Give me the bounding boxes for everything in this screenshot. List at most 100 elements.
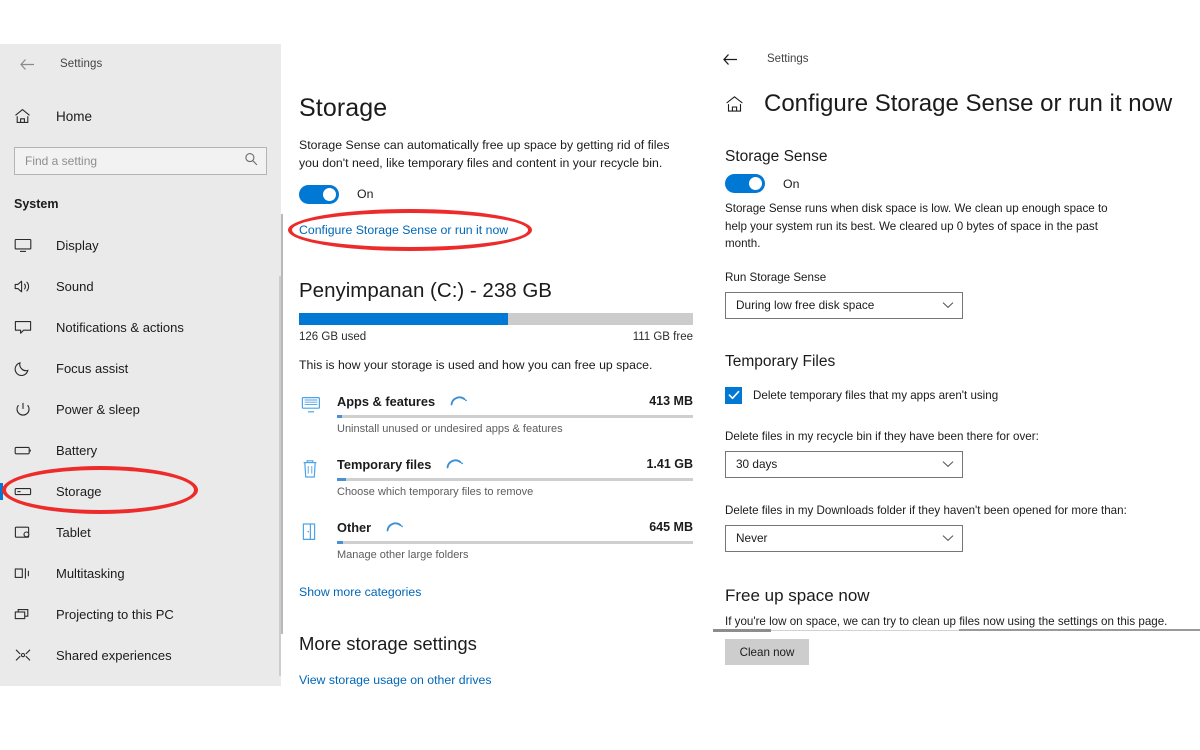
- right-panel-hscrollbar-line[interactable]: [959, 629, 1200, 631]
- storage-category-bar-fill: [337, 540, 344, 544]
- sidebar-item-multitasking[interactable]: Multitasking: [0, 553, 281, 594]
- toggle-knob: [749, 177, 762, 190]
- storage-category-name: Other: [337, 519, 372, 535]
- storage-category-size: 413 MB: [649, 394, 693, 409]
- sidebar-item-notifications[interactable]: Notifications & actions: [0, 307, 281, 348]
- sidebar-item-storage[interactable]: Storage: [0, 471, 281, 512]
- storage-category-bar-fill: [337, 414, 343, 418]
- storage-sense-toggle-row: On: [299, 184, 701, 204]
- right-page-body: Storage Sense On Storage Sense runs when…: [701, 148, 1200, 666]
- storage-icon: [14, 484, 40, 499]
- storage-sense-toggle[interactable]: [299, 184, 339, 204]
- configure-storage-sense-link[interactable]: Configure Storage Sense or run it now: [299, 223, 508, 237]
- storage-category-hint: Choose which temporary files to remove: [337, 485, 534, 498]
- storage-category-header: Other 645 MB: [337, 520, 693, 535]
- sidebar-item-battery[interactable]: Battery: [0, 430, 281, 471]
- storage-category-row[interactable]: Apps & features 413 MB Uninstall unused …: [299, 394, 701, 435]
- show-more-categories-link[interactable]: Show more categories: [299, 585, 421, 599]
- run-storage-sense-label: Run Storage Sense: [725, 270, 827, 284]
- search-input[interactable]: [15, 154, 266, 168]
- home-icon: [14, 108, 40, 124]
- loading-spinner-icon: [445, 458, 646, 470]
- storage-category-size: 1.41 GB: [646, 457, 693, 472]
- drive-usage-legend: 126 GB used 111 GB free: [299, 331, 693, 343]
- recycle-bin-dropdown[interactable]: 30 days: [725, 450, 963, 478]
- view-storage-other-drives-link[interactable]: View storage usage on other drives: [299, 673, 492, 687]
- sidebar-item-label: Storage: [56, 484, 102, 499]
- display-icon: [14, 238, 40, 253]
- more-storage-settings-title: More storage settings: [299, 632, 477, 654]
- right-storage-sense-toggle-row: On: [725, 174, 1200, 193]
- back-icon[interactable]: [14, 51, 40, 77]
- toggle-knob: [323, 187, 336, 201]
- toggle-state-label: On: [357, 187, 374, 202]
- page-title: Storage: [299, 94, 388, 122]
- sidebar-item-home[interactable]: Home: [0, 99, 281, 133]
- clean-now-button[interactable]: Clean now: [725, 639, 809, 666]
- storage-page-content: Storage Storage Sense can automatically …: [281, 44, 701, 689]
- drive-usage-bar: [299, 312, 693, 325]
- back-icon[interactable]: [723, 53, 745, 66]
- recycle-bin-label: Delete files in my recycle bin if they h…: [725, 429, 1039, 443]
- drive-usage-bar-fill: [299, 312, 508, 325]
- multitasking-icon: [14, 566, 40, 581]
- storage-category-header: Temporary files 1.41 GB: [337, 457, 693, 472]
- tablet-icon: [14, 525, 40, 540]
- downloads-folder-label: Delete files in my Downloads folder if t…: [725, 503, 1127, 517]
- sidebar-item-label: Battery: [56, 443, 98, 458]
- trash-icon: [301, 459, 319, 479]
- search-box[interactable]: [14, 147, 267, 175]
- storage-sense-description: Storage Sense can automatically free up …: [299, 138, 670, 170]
- checkbox-checked-icon[interactable]: [725, 386, 742, 404]
- sidebar-item-label: Projecting to this PC: [56, 607, 174, 622]
- loading-spinner-icon: [449, 395, 649, 407]
- run-storage-sense-dropdown[interactable]: During low free disk space: [725, 291, 963, 319]
- drive-title: Penyimpanan (C:) - 238 GB: [299, 278, 552, 302]
- free-up-space-heading: Free up space now: [725, 585, 870, 605]
- home-icon[interactable]: [725, 95, 744, 113]
- power-icon: [14, 402, 40, 417]
- sidebar-item-projecting[interactable]: Projecting to this PC: [0, 594, 281, 635]
- right-page-header: Configure Storage Sense or run it now: [701, 90, 1200, 118]
- sidebar-item-shared-experiences[interactable]: Shared experiences: [0, 635, 281, 676]
- storage-category-row[interactable]: Temporary files 1.41 GB Choose which tem…: [299, 457, 701, 498]
- run-storage-sense-value: During low free disk space: [736, 298, 875, 313]
- screenshot-root: Settings Home System: [0, 0, 1200, 750]
- sidebar-item-power-sleep[interactable]: Power & sleep: [0, 389, 281, 430]
- sidebar-group-label: System: [14, 197, 59, 211]
- right-storage-sense-toggle[interactable]: [725, 174, 765, 193]
- loading-spinner-icon: [385, 521, 649, 533]
- downloads-folder-dropdown[interactable]: Never: [725, 524, 963, 552]
- sidebar-item-label: Display: [56, 238, 99, 253]
- recycle-bin-value: 30 days: [736, 457, 778, 472]
- storage-category-row[interactable]: Other 645 MB Manage other large folders: [299, 520, 701, 561]
- delete-temp-files-checkbox-row[interactable]: Delete temporary files that my apps aren…: [725, 386, 1200, 404]
- storage-category-hint: Uninstall unused or undesired apps & fea…: [337, 422, 563, 435]
- right-page-title: Configure Storage Sense or run it now: [764, 90, 1173, 117]
- sidebar-item-focus-assist[interactable]: Focus assist: [0, 348, 281, 389]
- middle-panel-scrollbar[interactable]: [281, 214, 283, 634]
- right-panel-hscrollbar-thumb[interactable]: [713, 629, 771, 632]
- projecting-icon: [14, 607, 40, 622]
- storage-category-hint: Manage other large folders: [337, 548, 469, 561]
- folder-open-icon: [301, 522, 319, 542]
- right-storage-sense-description: Storage Sense runs when disk space is lo…: [725, 202, 1108, 251]
- sound-icon: [14, 279, 40, 294]
- sidebar-item-display[interactable]: Display: [0, 225, 281, 266]
- sidebar-home-label: Home: [56, 108, 93, 124]
- sidebar-item-tablet[interactable]: Tablet: [0, 512, 281, 553]
- chevron-down-icon: [942, 301, 954, 309]
- display-apps-icon: [301, 396, 321, 414]
- delete-temp-files-label: Delete temporary files that my apps aren…: [753, 388, 999, 402]
- storage-page-panel: Storage Storage Sense can automatically …: [281, 44, 701, 689]
- drive-usage-hint: This is how your storage is used and how…: [299, 357, 653, 372]
- sidebar-item-label: Sound: [56, 279, 94, 294]
- sidebar-item-label: Multitasking: [56, 566, 125, 581]
- storage-category-body: Temporary files 1.41 GB Choose which tem…: [337, 457, 693, 498]
- chevron-down-icon: [942, 534, 954, 542]
- storage-category-bar: [337, 477, 693, 481]
- sidebar-item-sound[interactable]: Sound: [0, 266, 281, 307]
- moon-icon: [14, 361, 40, 376]
- right-topbar: Settings: [701, 40, 1200, 78]
- temporary-files-section-heading: Temporary Files: [725, 352, 836, 370]
